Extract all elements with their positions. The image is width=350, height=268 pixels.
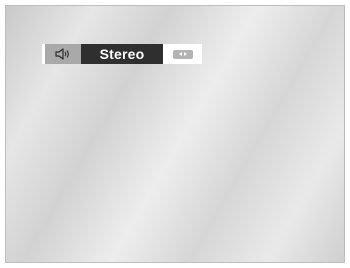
tv-screen: Stereo (5, 5, 345, 263)
arrow-left-icon (178, 52, 182, 56)
mode-selector[interactable] (163, 44, 202, 64)
audio-mode-bar[interactable]: Stereo (42, 44, 202, 64)
arrow-right-icon (183, 52, 187, 56)
speaker-icon (55, 48, 69, 60)
speaker-icon-cell (45, 44, 81, 64)
audio-mode-label: Stereo (81, 44, 163, 64)
left-right-arrows-icon[interactable] (172, 49, 193, 59)
